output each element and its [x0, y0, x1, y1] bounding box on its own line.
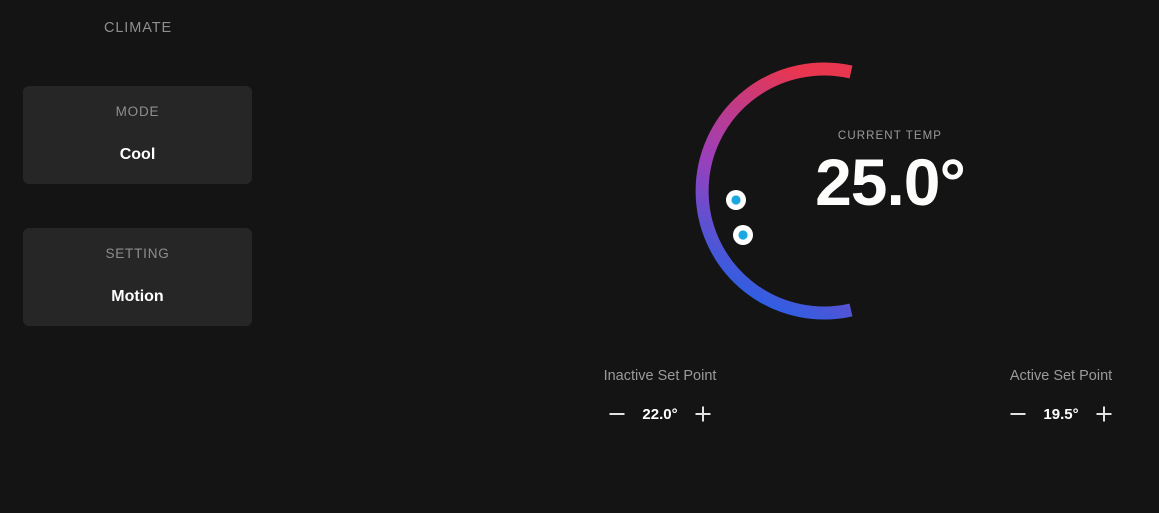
- dial-arc-track: [695, 62, 853, 320]
- inactive-setpoint-increase-button[interactable]: [688, 401, 718, 427]
- temperature-dial[interactable]: [695, 55, 885, 335]
- climate-panel: CLIMATE MODE Cool SETTING Motion: [23, 0, 253, 513]
- setting-card-label: SETTING: [105, 246, 170, 261]
- mode-card[interactable]: MODE Cool: [23, 86, 252, 184]
- active-setpoint-row: 19.5°: [961, 401, 1159, 427]
- minus-icon: [609, 413, 625, 415]
- active-setpoint-increase-button[interactable]: [1089, 401, 1119, 427]
- active-setpoint-decrease-button[interactable]: [1003, 401, 1033, 427]
- active-setpoint-label: Active Set Point: [1009, 368, 1113, 384]
- active-setpoint-handle[interactable]: [733, 225, 753, 245]
- active-setpoint-value: 19.5°: [1043, 405, 1079, 423]
- minus-icon: [1010, 413, 1026, 415]
- inactive-setpoint-value: 22.0°: [642, 405, 678, 423]
- active-setpoint-control: Active Set Point 19.5°: [961, 368, 1159, 427]
- page-title: CLIMATE: [103, 20, 173, 36]
- mode-card-label: MODE: [115, 104, 160, 119]
- inactive-setpoint-label: Inactive Set Point: [603, 368, 717, 384]
- mode-card-value: Cool: [119, 146, 156, 163]
- inactive-setpoint-row: 22.0°: [560, 401, 760, 427]
- inactive-setpoint-handle[interactable]: [726, 190, 746, 210]
- temperature-dial-svg: [695, 62, 853, 320]
- inactive-setpoint-control: Inactive Set Point 22.0°: [560, 368, 760, 427]
- plus-icon-vertical: [702, 406, 704, 422]
- plus-icon-vertical: [1103, 406, 1105, 422]
- inactive-setpoint-decrease-button[interactable]: [602, 401, 632, 427]
- setting-card[interactable]: SETTING Motion: [23, 228, 252, 326]
- setting-card-value: Motion: [111, 288, 164, 305]
